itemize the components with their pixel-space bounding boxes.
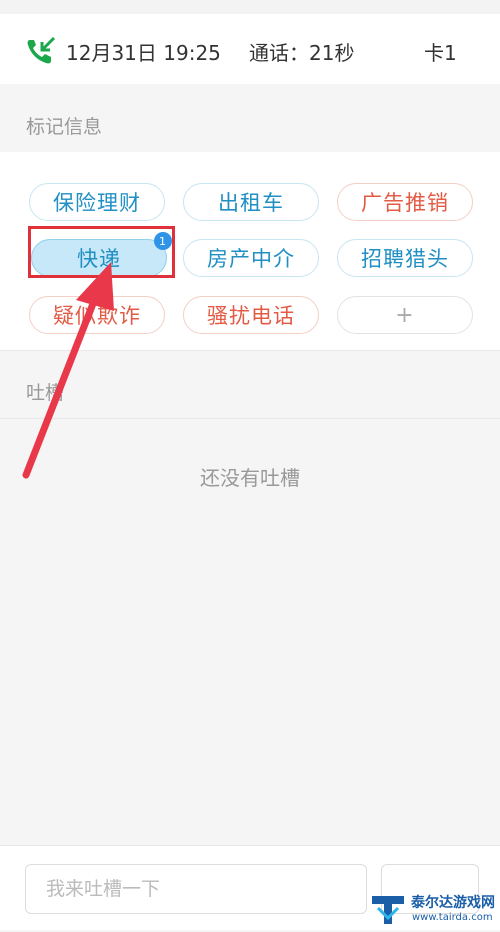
comment-input[interactable] (25, 864, 367, 914)
watermark-name: 泰尔达游戏网 (411, 895, 495, 911)
tag-suspected-fraud[interactable]: 疑似欺诈 (29, 296, 165, 334)
call-duration: 通话：21秒 (249, 41, 355, 65)
watermark-url: www.tairda.com (412, 912, 493, 923)
tag-real-estate[interactable]: 房产中介 (183, 239, 319, 277)
empty-comments-text: 还没有吐槽 (200, 466, 300, 490)
watermark-logo-icon (372, 896, 404, 924)
incoming-call-icon (27, 36, 56, 64)
count-badge: 1 (154, 232, 172, 250)
tag-recruiting[interactable]: 招聘猎头 (337, 239, 473, 277)
sim-card-label: 卡1 (424, 41, 457, 65)
add-tag-button[interactable]: + (337, 296, 473, 334)
tag-harassment[interactable]: 骚扰电话 (183, 296, 319, 334)
comments-section-title: 吐槽 (26, 382, 65, 404)
tag-insurance[interactable]: 保险理财 (29, 183, 165, 221)
tag-express-delivery[interactable]: 快递 1 (31, 232, 172, 277)
tag-express-delivery-label: 快递 (77, 247, 121, 271)
divider (0, 350, 500, 351)
mark-section-title: 标记信息 (26, 116, 103, 138)
tag-advertising[interactable]: 广告推销 (337, 183, 473, 221)
watermark: 泰尔达游戏网 www.tairda.com (368, 888, 500, 929)
status-strip (0, 0, 500, 14)
divider (0, 418, 500, 419)
call-info-row: 12月31日 19:25 通话：21秒 卡1 (0, 14, 500, 84)
call-datetime: 12月31日 19:25 (66, 41, 221, 65)
tag-taxi[interactable]: 出租车 (183, 183, 319, 221)
